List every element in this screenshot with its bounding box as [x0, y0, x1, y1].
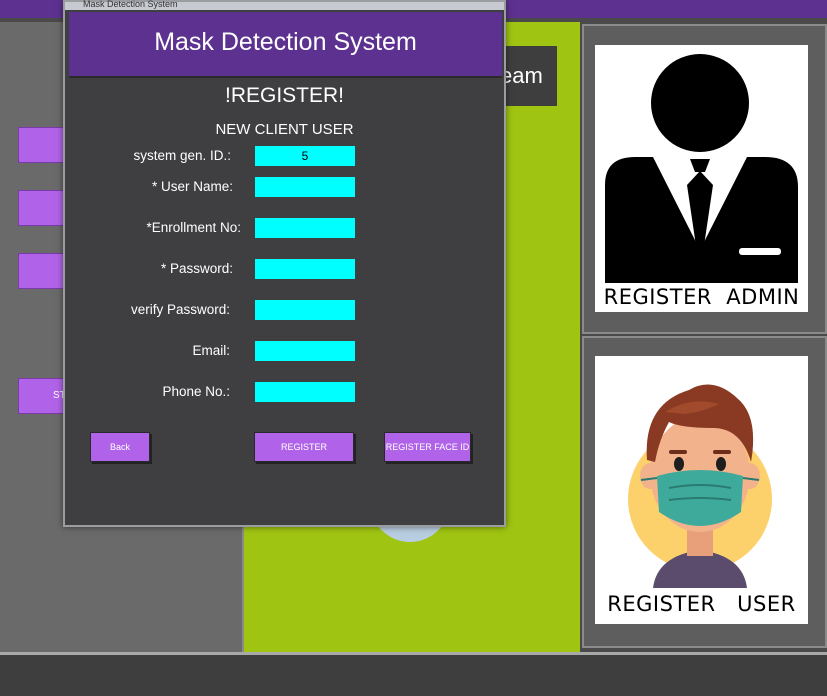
password-label: * Password: — [160, 261, 233, 276]
system-id-label: system gen. ID.: — [133, 148, 231, 163]
register-dialog: Mask Detection System Mask Detection Sys… — [63, 0, 506, 527]
enrollment-no-field[interactable] — [255, 218, 355, 238]
dialog-header-title: Mask Detection System — [154, 28, 417, 56]
user-name-field[interactable] — [255, 177, 355, 197]
verify-password-label: verify Password: — [130, 302, 230, 317]
back-button[interactable]: Back — [90, 432, 150, 462]
register-user-label: REGISTER USER — [607, 592, 796, 616]
enrollment-no-label: *Enrollment No: — [146, 220, 241, 235]
dialog-window-title: Mask Detection System — [83, 0, 178, 9]
dialog-header: Mask Detection System — [69, 12, 502, 78]
register-admin-label: REGISTER ADMIN — [603, 285, 800, 309]
email-field[interactable] — [255, 341, 355, 361]
user-name-label: * User Name: — [151, 179, 233, 194]
password-field[interactable] — [255, 259, 355, 279]
background-status-bar — [0, 652, 827, 696]
register-admin-card[interactable]: REGISTER ADMIN — [595, 45, 808, 312]
phone-no-label: Phone No.: — [162, 384, 230, 399]
new-client-user-subheading: NEW CLIENT USER — [215, 121, 354, 138]
dialog-title-bar[interactable]: Mask Detection System — [65, 0, 504, 10]
masked-user-icon — [628, 384, 772, 588]
admin-person-icon — [605, 54, 798, 283]
email-label: Email: — [192, 343, 230, 358]
phone-no-field[interactable] — [255, 382, 355, 402]
register-button[interactable]: REGISTER — [254, 432, 354, 462]
register-face-id-button[interactable]: REGISTER FACE ID — [384, 432, 471, 462]
register-heading: !REGISTER! — [224, 84, 345, 107]
system-id-field[interactable] — [255, 146, 355, 166]
register-user-card[interactable]: REGISTER USER — [595, 356, 808, 624]
verify-password-field[interactable] — [255, 300, 355, 320]
